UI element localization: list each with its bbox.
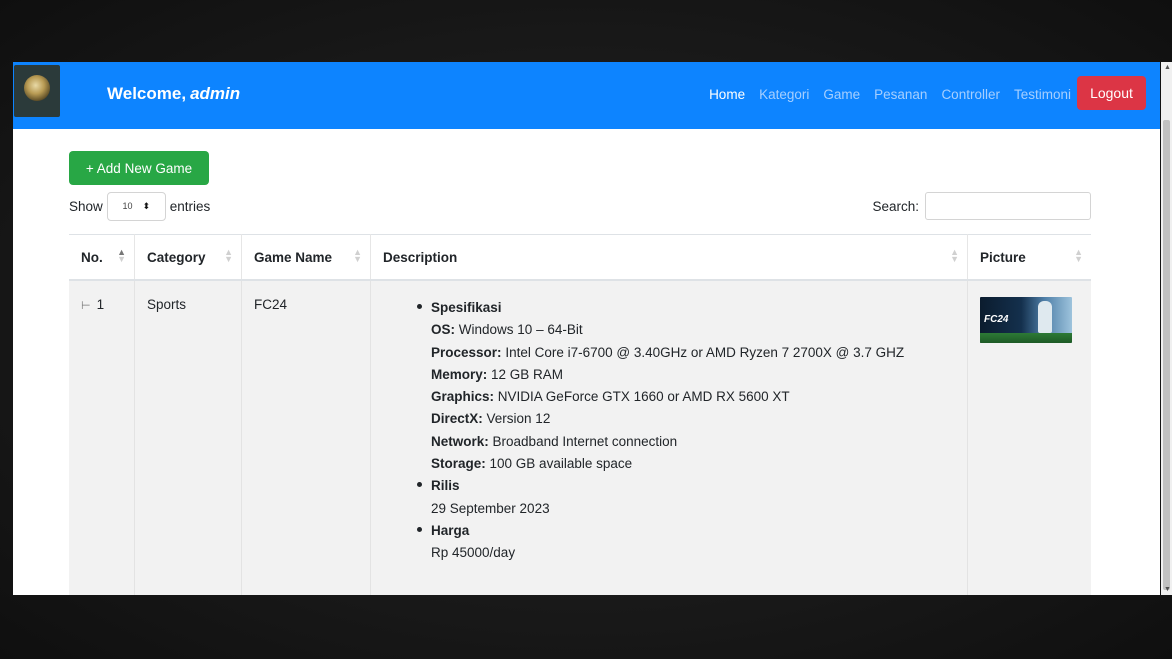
spec-storage: Storage: 100 GB available space [431,456,633,472]
nav-links: Home Kategori Game Pesanan Controller Te… [709,87,1071,102]
release-date: 29 September 2023 [431,500,550,516]
scroll-up-icon[interactable]: ▲ [1164,64,1171,71]
column-header-no[interactable]: No. ▲ ▼ [69,234,135,281]
entries-label: entries [169,198,211,214]
desc-section-spesifikasi: Spesifikasi OS: Windows 10 – 64-Bit Proc… [417,297,955,475]
games-table: No. ▲ ▼ Category ▲ ▼ Game Name ▲ ▼ Descript… [69,234,1091,595]
spec-directx: DirectX: Version 12 [431,411,551,427]
cell-picture: FC24 [967,280,1091,595]
row-expand-icon[interactable]: ⊢ [81,300,91,312]
spec-os: OS: Windows 10 – 64-Bit [431,322,583,338]
top-navbar: Welcome, admin Home Kategori Game Pesanan… [13,62,1160,129]
section-title: Harga [431,522,470,538]
spec-memory: Memory: 12 GB RAM [431,366,564,382]
spec-processor: Processor: Intel Core i7-6700 @ 3.40GHz … [431,344,905,360]
column-header-description[interactable]: Description ▲ ▼ [370,234,968,281]
search-control: Search: [872,192,1091,220]
nav-link-controller[interactable]: Controller [941,87,1000,102]
nav-link-kategori[interactable]: Kategori [759,87,809,102]
table-header-row: No. ▲ ▼ Category ▲ ▼ Game Name ▲ ▼ Descript… [69,234,1091,281]
sort-icon: ▲ ▼ [353,247,362,264]
cell-category: Sports [134,280,242,595]
column-header-game-name[interactable]: Game Name ▲ ▼ [241,234,371,281]
logo-wordmark [20,103,56,109]
game-thumbnail: FC24 [980,297,1072,343]
select-caret-icon: ⬍ [142,200,151,211]
column-header-category[interactable]: Category ▲ ▼ [134,234,242,281]
nav-link-home[interactable]: Home [709,87,745,102]
column-label: Category [147,249,206,265]
sort-icon: ▲ ▼ [1074,247,1083,264]
scrollbar-thumb[interactable] [1163,120,1170,590]
show-entries-control: Show 10 ⬍ entries [69,191,211,221]
description-list: Spesifikasi OS: Windows 10 – 64-Bit Proc… [383,297,955,565]
cell-description: Spesifikasi OS: Windows 10 – 64-Bit Proc… [370,280,968,595]
show-label: Show [69,198,103,214]
row-number: 1 [96,297,105,312]
sort-icon: ▲ ▼ [224,247,233,264]
vertical-scrollbar[interactable]: ▲ ▼ [1161,62,1172,595]
column-header-picture[interactable]: Picture ▲ ▼ [967,234,1091,281]
entries-value: 10 [122,201,133,211]
add-new-game-button[interactable]: + Add New Game [69,151,209,185]
column-label: Game Name [254,249,333,265]
column-label: Description [383,249,458,265]
scroll-down-icon[interactable]: ▼ [1164,586,1171,593]
desc-section-harga: Harga Rp 45000/day [417,520,955,565]
search-label: Search: [872,198,919,214]
sort-icon: ▲ ▼ [950,247,959,264]
price: Rp 45000/day [431,545,516,561]
app-window: Welcome, admin Home Kategori Game Pesanan… [13,62,1160,595]
spec-graphics: Graphics: NVIDIA GeForce GTX 1660 or AMD… [431,389,790,405]
logo-emblem-icon [24,75,50,101]
welcome-message: Welcome, admin [107,84,240,104]
welcome-prefix: Welcome, [107,84,187,103]
section-title: Spesifikasi [431,300,502,315]
logout-button[interactable]: Logout [1077,76,1146,110]
sort-asc-icon: ▲ ▼ [117,247,126,264]
search-input[interactable] [925,192,1091,220]
site-logo[interactable] [14,65,60,117]
column-label: No. [81,249,103,265]
column-label: Picture [980,249,1026,265]
nav-link-game[interactable]: Game [823,87,860,102]
cell-no: ⊢ 1 [69,280,135,595]
spec-network: Network: Broadband Internet connection [431,433,678,449]
nav-link-pesanan[interactable]: Pesanan [874,87,927,102]
desc-section-rilis: Rilis 29 September 2023 [417,475,955,520]
entries-select[interactable]: 10 ⬍ [106,191,166,221]
player-figure-icon [1038,301,1052,333]
nav-link-testimoni[interactable]: Testimoni [1014,87,1071,102]
thumbnail-title: FC24 [984,314,1009,325]
table-row: ⊢ 1 Sports FC24 Spesifikasi OS: Windows 1… [69,280,1091,595]
section-title: Rilis [431,478,460,494]
welcome-username: admin [190,84,241,103]
cell-game-name: FC24 [241,280,371,595]
